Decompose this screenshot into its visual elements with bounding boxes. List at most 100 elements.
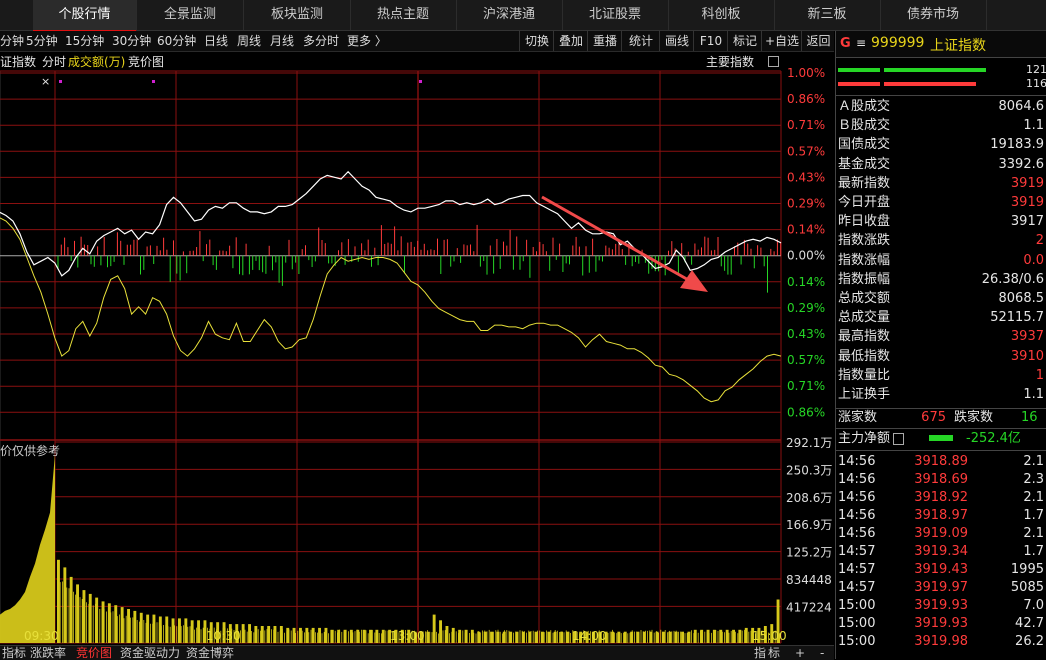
volume-bars	[0, 454, 780, 643]
tool-5[interactable]: F10	[693, 31, 728, 51]
tick-volume-8: 7.0	[1023, 598, 1044, 613]
top-tab-3[interactable]: 热点主题	[350, 0, 457, 30]
volume-note: 价仅供参考	[0, 443, 60, 458]
top-tab-1[interactable]: 全景监测	[137, 0, 244, 30]
pct-label-13: 0.86%	[787, 405, 825, 419]
volume-bar	[566, 631, 570, 643]
top-tab-5[interactable]: 北证股票	[562, 0, 669, 30]
vol-label-4: 125.2万	[786, 546, 832, 560]
tick-volume-5: 1.7	[1023, 544, 1044, 559]
period-9[interactable]: 更多 〉	[347, 31, 387, 51]
net-flow-detail-icon[interactable]	[893, 433, 904, 445]
tool-7[interactable]: +自选	[761, 31, 802, 51]
quote-value-4: 3919	[1010, 175, 1044, 191]
menu-icon[interactable]: ≡	[856, 36, 866, 50]
period-1[interactable]: 5分钟	[26, 31, 58, 51]
quote-value-7: 2	[1035, 233, 1044, 249]
trend-arrow-annotation	[541, 195, 708, 292]
volume-bar	[146, 614, 150, 643]
period-7[interactable]: 月线	[270, 31, 294, 51]
tick-volume-1: 2.3	[1023, 472, 1044, 487]
quote-label-9: 指数振幅	[838, 271, 891, 287]
top-tab-8[interactable]: 债券市场	[880, 0, 987, 30]
tick-time-6: 14:57	[838, 562, 876, 577]
arrow-shaft	[541, 195, 693, 284]
top-tab-0[interactable]: 个股行情	[33, 0, 137, 32]
net-flow-bar	[929, 435, 953, 441]
period-2[interactable]: 15分钟	[65, 31, 104, 51]
quote-label-3: 基金成交	[838, 156, 891, 172]
bottom-tab-4[interactable]: 资金博弈	[184, 646, 236, 660]
period-5[interactable]: 日线	[204, 31, 228, 51]
divider	[836, 450, 1046, 451]
pct-label-1: 0.86%	[787, 92, 825, 106]
g-icon[interactable]: G	[840, 36, 851, 51]
quote-value-11: 52115.7	[990, 310, 1044, 326]
quote-value-3: 3392.6	[998, 156, 1045, 172]
quote-label-13: 最低指数	[838, 348, 891, 364]
tick-volume-6: 1995	[1010, 562, 1044, 577]
tool-6[interactable]: 标记	[727, 31, 762, 51]
period-0[interactable]: 分钟	[0, 31, 24, 51]
volume-bar	[687, 631, 691, 643]
tick-time-7: 14:57	[838, 580, 876, 595]
up-count-label: 涨家数	[838, 410, 878, 425]
bottom-tool-3[interactable]: -	[818, 646, 826, 660]
quote-label-11: 总成交量	[838, 310, 891, 326]
tick-time-1: 14:56	[838, 472, 876, 487]
top-tab-2[interactable]: 板块监测	[244, 0, 351, 30]
time-label-3: 14:00	[572, 629, 607, 643]
volume-bar	[299, 627, 302, 643]
bottom-tab-3[interactable]: 资金驱动力	[118, 646, 182, 660]
tick-time-3: 14:56	[838, 508, 876, 523]
security-name: 上证指数	[930, 38, 986, 54]
tick-volume-7: 5085	[1010, 580, 1044, 595]
quote-value-5: 3919	[1010, 195, 1044, 210]
quote-label-14: 指数量比	[838, 367, 891, 383]
volume-bar	[114, 605, 118, 643]
net-flow-label: 主力净额	[838, 431, 891, 446]
vol-label-1: 250.3万	[786, 463, 832, 477]
top-tab-7[interactable]: 新三板	[774, 0, 881, 30]
period-4[interactable]: 60分钟	[157, 31, 196, 51]
period-3[interactable]: 30分钟	[112, 31, 151, 51]
volume-bar	[477, 631, 481, 643]
bottom-tool-1[interactable]: 标	[766, 646, 782, 660]
pct-label-7: 0.00%	[787, 249, 825, 263]
time-label-0: 09:30	[24, 629, 59, 643]
tool-8[interactable]: 返回	[801, 31, 835, 51]
pct-label-12: 0.71%	[787, 379, 825, 393]
arrow-head	[680, 270, 708, 292]
time-label-4: 15:00	[752, 629, 787, 643]
tool-4[interactable]: 画线	[659, 31, 694, 51]
up-ratio-bar-1	[838, 68, 880, 72]
intraday-chart[interactable]: 1.00% 0.86% 0.71% 0.57% 0.43% 0.29% 0.14% 0.00%…	[0, 52, 834, 645]
pct-label-3: 0.57%	[787, 144, 825, 158]
top-tab-4[interactable]: 沪深港通	[456, 0, 563, 30]
down-ratio-bar-2	[884, 82, 976, 86]
period-6[interactable]: 周线	[237, 31, 261, 51]
tick-price-0: 3918.89	[914, 454, 968, 469]
tool-0[interactable]: 切换	[519, 31, 554, 51]
tick-time-4: 14:56	[838, 526, 876, 541]
top-tab-6[interactable]: 科创板	[668, 0, 775, 30]
tool-1[interactable]: 叠加	[553, 31, 588, 51]
net-flow-value: -252.4亿	[966, 431, 1021, 446]
pct-label-8: 0.14%	[787, 275, 825, 289]
quote-label-4: 最新指数	[838, 175, 891, 191]
bottom-tab-2[interactable]: 竞价图	[74, 646, 114, 660]
bottom-tab-0[interactable]: 指标	[0, 646, 28, 660]
tick-price-8: 3919.93	[914, 598, 968, 613]
tick-volume-10: 26.2	[1015, 634, 1044, 649]
quote-value-1: 1.1	[1023, 118, 1044, 134]
quote-label-8: 指数涨幅	[838, 252, 891, 268]
tool-3[interactable]: 统计	[621, 31, 660, 51]
quote-value-14: 1	[1035, 367, 1044, 383]
tool-2[interactable]: 重播	[587, 31, 622, 51]
bottom-indicator-tabs: 指标 涨跌率 竞价图 资金驱动力 资金博弈指标 + -	[0, 645, 834, 660]
period-8[interactable]: 多分时	[303, 31, 339, 51]
bottom-tab-1[interactable]: 涨跌率	[28, 646, 68, 660]
bottom-tool-2[interactable]: +	[793, 646, 807, 660]
pct-label-0: 1.00%	[787, 66, 825, 80]
ratio-number-1: 121	[1026, 63, 1046, 76]
